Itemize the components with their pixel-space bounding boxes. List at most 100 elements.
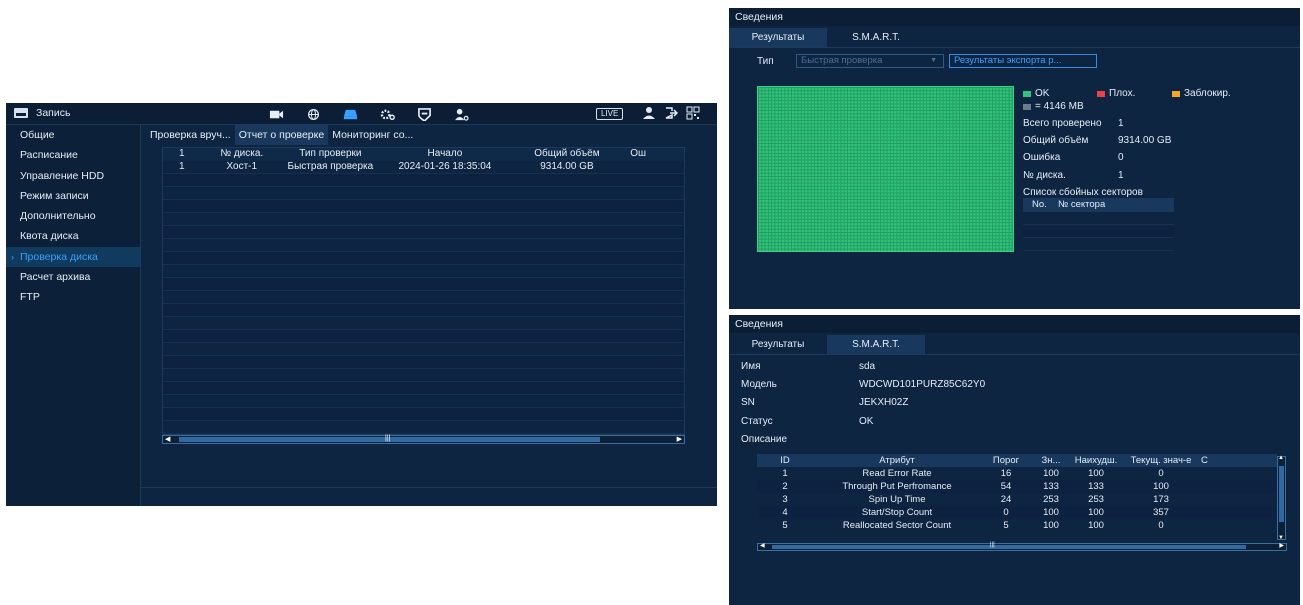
storage-icon[interactable] [342, 107, 358, 121]
scroll-up-icon[interactable]: ▲ [1278, 455, 1284, 461]
sidebar-item-ftp[interactable]: FTP [6, 287, 140, 307]
description-label: Описание [741, 434, 788, 445]
scroll-left-icon[interactable]: ◀ [165, 435, 170, 443]
col-header-total-volume[interactable]: Общий объём [510, 148, 625, 161]
tab-results[interactable]: Результаты [729, 28, 827, 47]
info-total-volume: Общий объём 9314.00 GB [1023, 135, 1172, 146]
field-name: Имя sda [741, 361, 876, 372]
network-icon[interactable] [305, 107, 321, 121]
scroll-right-icon[interactable]: ▶ [677, 435, 682, 443]
sidebar-item-archive-calc[interactable]: Расчет архива [6, 267, 140, 287]
ok-swatch [1023, 90, 1031, 97]
qr-icon[interactable] [686, 106, 700, 120]
table-horizontal-scrollbar[interactable]: ◀ ||| ▶ [162, 435, 685, 444]
type-select-value: Быстрая проверка [801, 55, 883, 66]
legend-bad: Плох. [1097, 88, 1135, 99]
info-total-checked: Всего проверено 1 [1023, 118, 1124, 129]
bad-swatch [1097, 90, 1105, 97]
window-title: Сведения [729, 8, 1300, 26]
col-header-check-type[interactable]: Тип проверки [281, 148, 381, 161]
smart-table-header: ID Атрибут Порог Зн... Наихудш. Текущ. з… [757, 454, 1277, 467]
col-header-disk-no[interactable]: № диска. [203, 148, 281, 161]
divider [141, 487, 717, 488]
sidebar-item-advanced[interactable]: Дополнительно [6, 206, 140, 226]
table-header: 1 № диска. Тип проверки Начало Общий объ… [163, 148, 684, 161]
record-menu-icon [14, 108, 28, 118]
blocked-swatch [1172, 90, 1180, 97]
table-row[interactable]: 1 Read Error Rate 16 100 100 0 [757, 467, 1277, 480]
type-select[interactable]: Быстрая проверка ▼ [796, 54, 944, 68]
table-row[interactable]: 1 Хост-1 Быстрая проверка 2024-01-26 18:… [163, 161, 684, 174]
sidebar-item-disk-quota[interactable]: Квота диска [6, 226, 140, 246]
field-model: Модель WDCWD101PURZ85C62Y0 [741, 379, 986, 390]
window-title: Сведения [729, 315, 1300, 333]
table-row [1023, 225, 1174, 238]
smart-horizontal-scrollbar[interactable]: ◀ ||| ▶ [757, 542, 1287, 551]
tab-monitoring[interactable]: Мониторинг со... [328, 125, 417, 145]
bad-sectors-header: No. № сектора [1023, 198, 1174, 212]
logout-icon[interactable] [664, 106, 678, 120]
camera-icon[interactable] [268, 107, 284, 121]
divider [729, 354, 1300, 355]
col-header-error[interactable]: Ош [624, 148, 684, 161]
chevron-down-icon: ▼ [930, 57, 937, 64]
scroll-grip-icon: ||| [385, 435, 391, 442]
tab-check-report[interactable]: Отчет о проверке [234, 125, 329, 145]
scroll-grip-icon: ||| [990, 542, 995, 548]
details-results-window: Сведения Результаты S.M.A.R.T. Тип Быстр… [729, 8, 1300, 309]
sidebar-item-general[interactable]: Общие [6, 125, 140, 145]
info-error: Ошибка 0 [1023, 152, 1124, 163]
table-row[interactable]: 5 Reallocated Sector Count 5 100 100 0 [757, 519, 1277, 532]
top-right-icons [642, 106, 700, 120]
tab-manual-check[interactable]: Проверка вруч... [146, 125, 235, 145]
legend-ok: OK [1023, 88, 1049, 99]
app-title[interactable]: Запись [14, 107, 70, 119]
details-tab-bar: Результаты S.M.A.R.T. [729, 28, 925, 47]
sector-map [757, 86, 1014, 252]
details-smart-window: Сведения Результаты S.M.A.R.T. Имя sda Мо… [729, 315, 1300, 605]
scroll-thumb[interactable] [1279, 466, 1284, 522]
top-nav-icons [268, 107, 469, 121]
tab-smart[interactable]: S.M.A.R.T. [827, 28, 925, 47]
sidebar-item-record-mode[interactable]: Режим записи [6, 186, 140, 206]
sidebar-item-schedule[interactable]: Расписание [6, 145, 140, 165]
top-bar: Запись LIVE [6, 103, 717, 125]
tab-bar: Проверка вруч... Отчет о проверке Монито… [146, 125, 417, 146]
divider [729, 47, 1300, 48]
active-indicator-icon: › [11, 251, 14, 262]
unit-swatch [1023, 103, 1031, 110]
scroll-left-icon[interactable]: ◀ [760, 542, 765, 549]
sidebar-item-hdd-management[interactable]: Управление HDD [6, 166, 140, 186]
details-tab-bar: Результаты S.M.A.R.T. [729, 335, 925, 354]
field-status: Статус OK [741, 416, 874, 427]
shield-icon[interactable] [416, 107, 432, 121]
table-row[interactable]: 2 Through Put Perfromance 54 133 133 100 [757, 480, 1277, 493]
type-label: Тип [757, 56, 774, 67]
legend-unit: = 4146 MB [1023, 101, 1084, 112]
col-header-start[interactable]: Начало [380, 148, 509, 161]
table-row[interactable]: 3 Spin Up Time 24 253 253 173 [757, 493, 1277, 506]
export-results-button[interactable]: Результаты экспорта р... [949, 54, 1097, 68]
user-icon[interactable] [642, 106, 656, 120]
scroll-down-icon[interactable]: ▼ [1278, 535, 1284, 541]
table-row [1023, 212, 1174, 225]
legend-blocked: Заблокир. [1172, 88, 1231, 99]
scroll-thumb[interactable] [772, 545, 1246, 549]
sidebar-item-disk-check[interactable]: › Проверка диска [6, 246, 140, 268]
smart-table: ID Атрибут Порог Зн... Наихудш. Текущ. з… [757, 454, 1288, 543]
live-button[interactable]: LIVE [596, 108, 624, 120]
col-header-select[interactable]: 1 [163, 148, 203, 161]
tab-smart[interactable]: S.M.A.R.T. [827, 335, 925, 354]
info-disk-no: № диска. 1 [1023, 170, 1124, 181]
user-settings-icon[interactable] [453, 107, 469, 121]
sidebar: Общие Расписание Управление HDD Режим за… [6, 125, 141, 506]
settings-icon[interactable] [379, 107, 395, 121]
table-row[interactable]: 4 Start/Stop Count 0 100 100 357 [757, 506, 1277, 519]
app-title-label: Запись [36, 107, 71, 119]
tab-results[interactable]: Результаты [729, 335, 827, 354]
bad-sectors-table: No. № сектора [1023, 198, 1174, 252]
report-table: 1 № диска. Тип проверки Начало Общий объ… [162, 147, 685, 435]
smart-vertical-scrollbar[interactable]: ▲ ▼ [1277, 455, 1286, 541]
scroll-right-icon[interactable]: ▶ [1279, 542, 1284, 549]
bad-sectors-title: Список сбойных секторов [1023, 187, 1143, 198]
